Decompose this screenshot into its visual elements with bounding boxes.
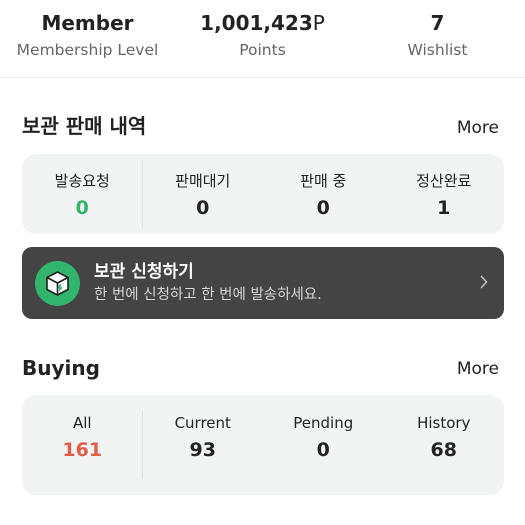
buying-title: Buying <box>22 356 100 380</box>
status-label: History <box>417 414 471 432</box>
buying-cell-current[interactable]: Current 93 <box>143 395 264 495</box>
banner-subtitle: 한 번에 신청하고 한 번에 발송하세요. <box>94 287 322 303</box>
status-label: Pending <box>293 414 354 432</box>
banner-title: 보관 신청하기 <box>94 262 194 282</box>
status-cell-shipping-request[interactable]: 발송요청 0 <box>22 154 143 234</box>
storage-request-banner[interactable]: 보관 신청하기 한 번에 신청하고 한 번에 발송하세요. <box>22 247 504 319</box>
status-value: 161 <box>62 439 103 461</box>
buying-cell-all[interactable]: All 161 <box>22 395 143 495</box>
status-value: 0 <box>316 439 330 461</box>
profile-stats: Member Membership Level 1,001,423P Point… <box>0 0 525 78</box>
points-value: 1,001,423P <box>200 11 325 35</box>
membership-level-stat[interactable]: Member Membership Level <box>0 8 175 62</box>
status-label: All <box>72 414 92 432</box>
storage-sales-more-link[interactable]: More <box>457 114 499 142</box>
status-label: 발송요청 <box>54 172 110 190</box>
points-label: Points <box>239 41 286 59</box>
chevron-right-icon <box>480 275 488 289</box>
status-value: 68 <box>430 439 457 461</box>
status-label: 정산완료 <box>416 172 472 190</box>
status-label: Current <box>174 414 231 432</box>
buying-status-box: All 161 Current 93 Pending 0 History 68 <box>22 395 504 495</box>
buying-more-link[interactable]: More <box>457 355 499 383</box>
points-stat[interactable]: 1,001,423P Points <box>175 8 350 62</box>
box-upload-icon <box>35 261 80 306</box>
status-value: 1 <box>437 197 451 219</box>
wishlist-label: Wishlist <box>407 41 468 59</box>
wishlist-stat[interactable]: 7 Wishlist <box>350 8 525 62</box>
status-value: 0 <box>75 197 89 219</box>
status-label: 판매대기 <box>175 172 231 190</box>
status-cell-pending-sale[interactable]: 판매대기 0 <box>143 154 264 234</box>
status-label: 판매 중 <box>300 172 347 190</box>
wishlist-value: 7 <box>430 11 445 35</box>
storage-sales-title: 보관 판매 내역 <box>22 114 147 138</box>
storage-sales-status-box: 발송요청 0 판매대기 0 판매 중 0 정산완료 1 <box>22 154 504 234</box>
status-value: 0 <box>196 197 210 219</box>
membership-level-value: Member <box>41 11 134 35</box>
my-page: Member Membership Level 1,001,423P Point… <box>0 0 525 525</box>
status-value: 93 <box>189 439 216 461</box>
membership-level-label: Membership Level <box>16 41 159 59</box>
buying-cell-history[interactable]: History 68 <box>384 395 505 495</box>
status-cell-on-sale[interactable]: 판매 중 0 <box>263 154 384 234</box>
buying-cell-pending[interactable]: Pending 0 <box>263 395 384 495</box>
status-cell-settled[interactable]: 정산완료 1 <box>384 154 505 234</box>
points-unit: P <box>312 11 325 35</box>
status-value: 0 <box>316 197 330 219</box>
